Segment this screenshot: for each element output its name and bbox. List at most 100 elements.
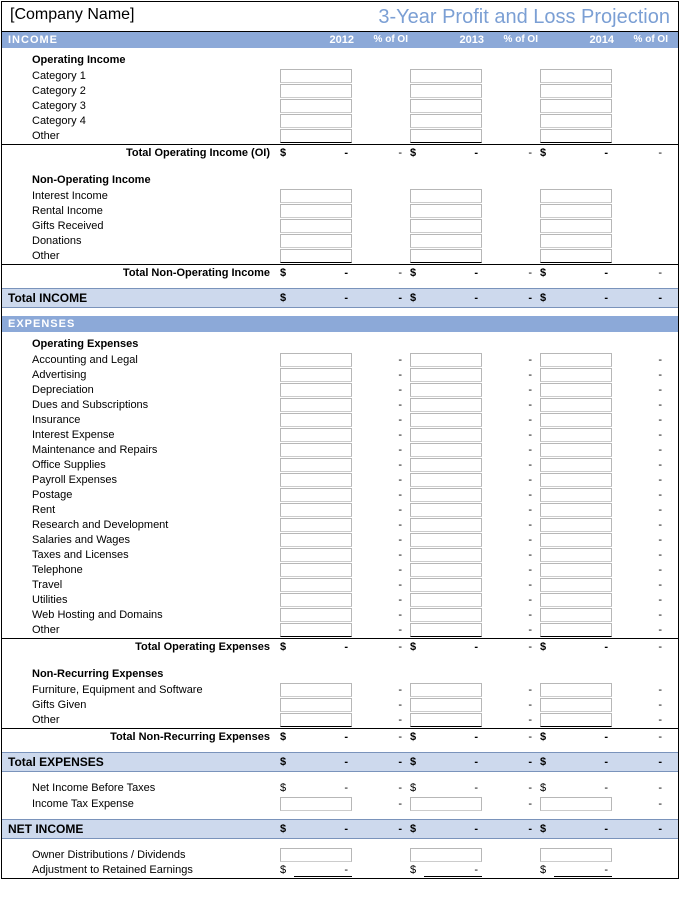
input-cell[interactable] [280, 473, 352, 487]
input-cell[interactable] [410, 608, 482, 622]
input-cell[interactable] [540, 848, 612, 862]
input-cell[interactable] [280, 428, 352, 442]
input-cell[interactable] [540, 189, 612, 203]
input-cell[interactable] [540, 698, 612, 712]
input-cell[interactable] [410, 503, 482, 517]
input-cell[interactable] [540, 234, 612, 248]
input-cell[interactable] [410, 234, 482, 248]
input-cell[interactable] [280, 443, 352, 457]
input-cell[interactable] [410, 398, 482, 412]
input-cell[interactable] [410, 797, 482, 811]
input-cell[interactable] [540, 548, 612, 562]
input-cell[interactable] [280, 608, 352, 622]
input-cell[interactable] [280, 99, 352, 113]
input-cell[interactable] [540, 683, 612, 697]
input-cell[interactable] [410, 578, 482, 592]
input-cell[interactable] [280, 69, 352, 83]
input-cell[interactable] [410, 623, 482, 637]
input-cell[interactable] [540, 578, 612, 592]
input-cell[interactable] [410, 533, 482, 547]
input-cell[interactable] [280, 129, 352, 143]
input-cell[interactable] [410, 69, 482, 83]
input-cell[interactable] [280, 623, 352, 637]
input-cell[interactable] [280, 219, 352, 233]
input-cell[interactable] [410, 368, 482, 382]
input-cell[interactable] [410, 458, 482, 472]
input-cell[interactable] [540, 608, 612, 622]
input-cell[interactable] [540, 84, 612, 98]
input-cell[interactable] [540, 368, 612, 382]
input-cell[interactable] [540, 458, 612, 472]
input-cell[interactable] [540, 533, 612, 547]
input-cell[interactable] [280, 84, 352, 98]
input-cell[interactable] [540, 129, 612, 143]
input-cell[interactable] [540, 518, 612, 532]
input-cell[interactable] [410, 204, 482, 218]
input-cell[interactable] [280, 503, 352, 517]
input-cell[interactable] [410, 249, 482, 263]
input-cell[interactable] [280, 518, 352, 532]
input-cell[interactable] [410, 473, 482, 487]
input-cell[interactable] [540, 413, 612, 427]
input-cell[interactable] [540, 443, 612, 457]
input-cell[interactable] [410, 383, 482, 397]
input-cell[interactable] [280, 114, 352, 128]
input-cell[interactable] [410, 219, 482, 233]
input-cell[interactable] [540, 473, 612, 487]
input-cell[interactable] [540, 488, 612, 502]
input-cell[interactable] [280, 353, 352, 367]
input-cell[interactable] [540, 713, 612, 727]
input-cell[interactable] [410, 114, 482, 128]
input-cell[interactable] [540, 797, 612, 811]
input-cell[interactable] [280, 413, 352, 427]
input-cell[interactable] [280, 578, 352, 592]
input-cell[interactable] [280, 488, 352, 502]
input-cell[interactable] [540, 249, 612, 263]
input-cell[interactable] [280, 249, 352, 263]
input-cell[interactable] [280, 398, 352, 412]
input-cell[interactable] [410, 698, 482, 712]
input-cell[interactable] [410, 683, 482, 697]
input-cell[interactable] [540, 593, 612, 607]
input-cell[interactable] [410, 99, 482, 113]
input-cell[interactable] [410, 84, 482, 98]
input-cell[interactable] [540, 623, 612, 637]
input-cell[interactable] [410, 353, 482, 367]
input-cell[interactable] [410, 563, 482, 577]
input-cell[interactable] [280, 848, 352, 862]
input-cell[interactable] [410, 848, 482, 862]
input-cell[interactable] [280, 234, 352, 248]
input-cell[interactable] [280, 713, 352, 727]
input-cell[interactable] [540, 353, 612, 367]
input-cell[interactable] [280, 683, 352, 697]
input-cell[interactable] [540, 114, 612, 128]
input-cell[interactable] [280, 533, 352, 547]
input-cell[interactable] [540, 99, 612, 113]
input-cell[interactable] [280, 204, 352, 218]
input-cell[interactable] [280, 383, 352, 397]
input-cell[interactable] [540, 563, 612, 577]
input-cell[interactable] [410, 428, 482, 442]
input-cell[interactable] [540, 219, 612, 233]
input-cell[interactable] [280, 458, 352, 472]
input-cell[interactable] [280, 797, 352, 811]
input-cell[interactable] [410, 129, 482, 143]
input-cell[interactable] [280, 548, 352, 562]
input-cell[interactable] [410, 443, 482, 457]
input-cell[interactable] [410, 518, 482, 532]
input-cell[interactable] [540, 503, 612, 517]
input-cell[interactable] [540, 428, 612, 442]
input-cell[interactable] [280, 698, 352, 712]
input-cell[interactable] [540, 69, 612, 83]
input-cell[interactable] [280, 189, 352, 203]
input-cell[interactable] [540, 383, 612, 397]
input-cell[interactable] [280, 593, 352, 607]
input-cell[interactable] [410, 713, 482, 727]
input-cell[interactable] [410, 593, 482, 607]
input-cell[interactable] [410, 189, 482, 203]
input-cell[interactable] [410, 548, 482, 562]
input-cell[interactable] [410, 413, 482, 427]
input-cell[interactable] [540, 204, 612, 218]
input-cell[interactable] [280, 563, 352, 577]
input-cell[interactable] [540, 398, 612, 412]
